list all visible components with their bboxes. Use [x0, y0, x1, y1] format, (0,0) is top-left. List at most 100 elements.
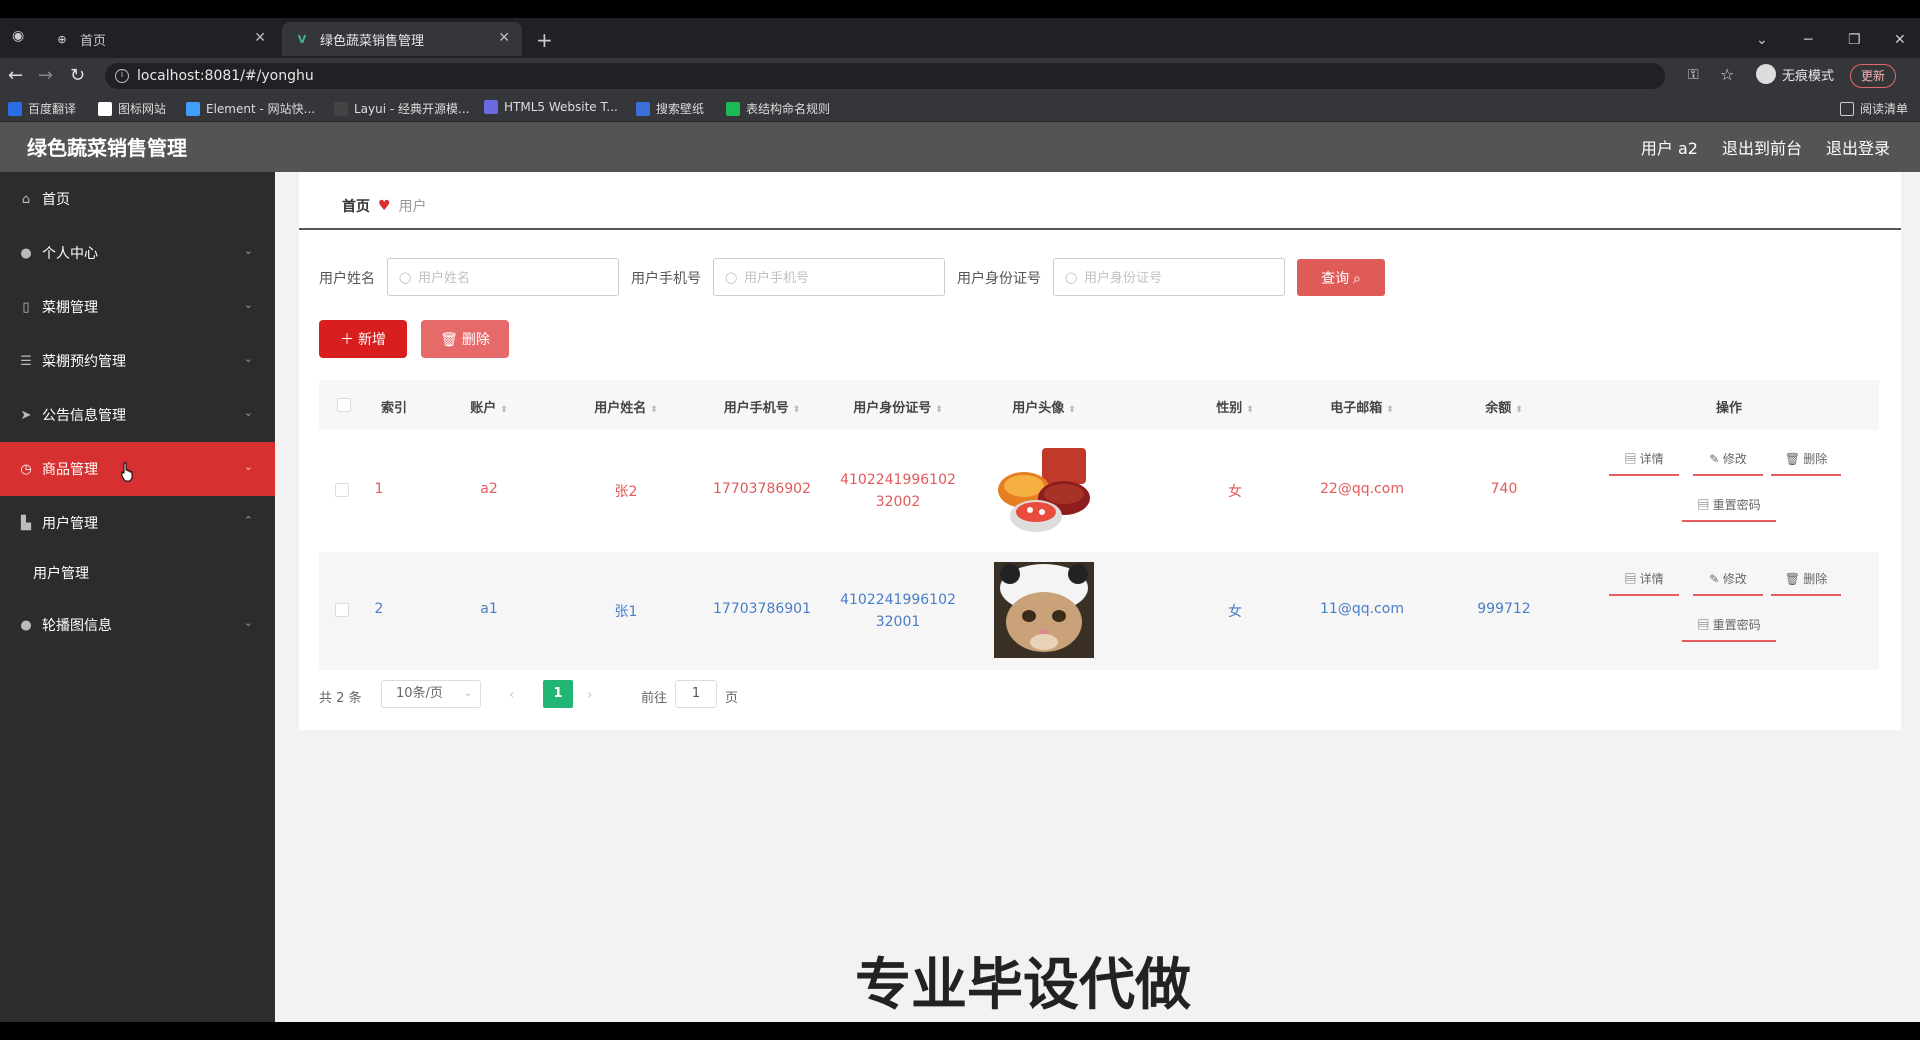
col-balance[interactable]: 余额 ⬍ [1485, 397, 1523, 416]
delete-row-button[interactable]: 🗑 删除 [1771, 562, 1841, 596]
bookmark-item[interactable]: 百度翻译 [8, 100, 76, 117]
sidebar-item-users[interactable]: ▙ 用户管理 ⌃ [0, 496, 275, 550]
forward-icon[interactable]: → [38, 65, 53, 86]
page-number-current[interactable]: 1 [543, 680, 573, 708]
sidebar-item-personal-center[interactable]: ● 个人中心 ⌄ [0, 226, 275, 280]
detail-button[interactable]: ▤ 详情 [1609, 442, 1679, 476]
chevron-down-icon[interactable]: ⌄ [1756, 32, 1768, 48]
sort-icon: ⬍ [792, 405, 801, 415]
restore-icon[interactable]: ❐ [1848, 32, 1861, 48]
key-icon[interactable]: ⚿ [1688, 67, 1699, 83]
send-icon: ➤ [20, 407, 32, 423]
sidebar-item-announcements[interactable]: ➤ 公告信息管理 ⌄ [0, 388, 275, 442]
row-checkbox[interactable] [335, 603, 349, 617]
col-email[interactable]: 电子邮箱 ⬍ [1330, 397, 1394, 416]
row-checkbox[interactable] [335, 483, 349, 497]
filter-label-name: 用户姓名 [319, 271, 375, 287]
current-user-link[interactable]: 用户 a2 [1641, 135, 1698, 159]
close-icon[interactable]: ✕ [254, 30, 266, 46]
goto-page-input[interactable]: 1 [675, 680, 717, 708]
search-input-name[interactable] [387, 258, 619, 296]
update-button[interactable]: 更新 [1850, 64, 1897, 88]
bookmark-item[interactable]: 图标网站 [98, 100, 166, 117]
browser-menu-icon[interactable]: ◉ [12, 28, 24, 44]
col-actions: 操作 [1715, 401, 1743, 416]
bookmark-item[interactable]: 搜索壁纸 [636, 100, 704, 117]
reading-list[interactable]: 阅读清单 [1840, 100, 1908, 117]
star-icon[interactable]: ☆ [1720, 65, 1734, 84]
tab-app[interactable]: V 绿色蔬菜销售管理 ✕ [282, 22, 522, 56]
logout-link[interactable]: 退出登录 [1826, 135, 1890, 159]
minimize-icon[interactable]: ─ [1804, 32, 1812, 48]
edit-button[interactable]: ✎ 修改 [1693, 562, 1763, 596]
close-window-icon[interactable]: ✕ [1894, 32, 1906, 48]
idcard-line: 32001 [875, 614, 921, 630]
cell-balance: 740 [1490, 481, 1518, 497]
breadcrumb-home[interactable]: 首页 [342, 196, 370, 216]
screen: ◉ ⊕ 首页 ✕ V 绿色蔬菜销售管理 ✕ + ⌄ ─ ❐ ✕ ← → ↻ i … [0, 0, 1920, 1040]
html5-icon [484, 100, 498, 114]
search-input-idcard[interactable] [1053, 258, 1285, 296]
bookmark-item[interactable]: 表结构命名规则 [726, 100, 830, 117]
layui-icon [334, 101, 348, 116]
sidebar-item-label: 首页 [42, 192, 70, 208]
bookmark-item[interactable]: Layui - 经典开源模... [334, 100, 469, 117]
profile-label: 无痕模式 [1782, 68, 1835, 84]
sort-icon: ⬍ [935, 405, 943, 415]
add-label: 新增 [357, 331, 386, 347]
sliders-icon: ☰ [20, 353, 32, 369]
add-button[interactable]: ＋ 新增 [319, 320, 407, 358]
exit-to-frontend-link[interactable]: 退出到前台 [1722, 135, 1802, 159]
edit-button[interactable]: ✎ 修改 [1693, 442, 1763, 476]
col-account[interactable]: 账户 ⬍ [470, 397, 508, 416]
col-idcard[interactable]: 用户身份证号 ⬍ [853, 397, 943, 416]
reading-list-icon [1840, 101, 1854, 116]
doc-icon: ▤ [1624, 571, 1637, 586]
sidebar-item-carousel[interactable]: ● 轮播图信息 ⌄ [0, 598, 275, 652]
col-avatar[interactable]: 用户头像 ⬍ [1012, 397, 1076, 416]
back-icon[interactable]: ← [8, 65, 23, 86]
cell-balance: 999712 [1477, 601, 1531, 617]
next-page-icon[interactable]: › [587, 687, 593, 703]
url-field[interactable]: i localhost:8081/#/yonghu [105, 63, 1665, 89]
reload-icon[interactable]: ↻ [70, 65, 85, 86]
chevron-down-icon: ⌄ [243, 298, 253, 311]
incognito-profile[interactable]: 无痕模式 [1756, 64, 1834, 84]
sidebar-item-greenhouse-booking[interactable]: ☰ 菜棚预约管理 ⌄ [0, 334, 275, 388]
tab-home[interactable]: ⊕ 首页 ✕ [42, 22, 278, 56]
bookmark-label: 图标网站 [118, 102, 167, 116]
bookmark-item[interactable]: Element - 网站快... [186, 100, 315, 117]
prev-page-icon[interactable]: ‹ [509, 687, 515, 703]
cell-idcard: 4102241996102 32002 [840, 469, 956, 513]
delete-button[interactable]: 🗑 删除 [421, 320, 509, 358]
bookmark-label: 百度翻译 [28, 102, 77, 116]
new-tab-icon[interactable]: + [536, 28, 553, 52]
submenu-user-management[interactable]: 用户管理 [0, 550, 275, 598]
search-input-phone[interactable] [713, 258, 945, 296]
query-button[interactable]: 查询 ⌕ [1297, 259, 1385, 296]
lock-icon: ▯ [22, 299, 30, 315]
reset-password-button[interactable]: ▤ 重置密码 [1682, 608, 1776, 642]
table-header: 索引 账户 ⬍ 用户姓名 ⬍ 用户手机号 ⬍ 用户身份证号 ⬍ 用户头像 ⬍ 性别 ⬍ 电子… [319, 380, 1879, 430]
page-size-select[interactable]: 10条/页 ⌄ [381, 680, 481, 708]
col-gender[interactable]: 性别 ⬍ [1216, 397, 1254, 416]
reset-password-button[interactable]: ▤ 重置密码 [1682, 488, 1776, 522]
hand-cursor-icon [121, 462, 133, 482]
sidebar-item-products[interactable]: ◷ 商品管理 ⌄ [0, 442, 275, 496]
heart-icon: ♥ [378, 198, 391, 214]
sidebar-item-label: 轮播图信息 [42, 618, 112, 634]
app-header: 绿色蔬菜销售管理 用户 a2 退出到前台 退出登录 [0, 122, 1920, 172]
avatar-cat [994, 562, 1094, 658]
detail-button[interactable]: ▤ 详情 [1609, 562, 1679, 596]
col-name[interactable]: 用户姓名 ⬍ [594, 397, 658, 416]
sidebar-item-greenhouse[interactable]: ▯ 菜棚管理 ⌄ [0, 280, 275, 334]
col-phone[interactable]: 用户手机号 ⬍ [724, 397, 801, 416]
sidebar-item-home[interactable]: ⌂ 首页 [0, 172, 275, 226]
col-label: 账户 [470, 401, 497, 416]
delete-row-button[interactable]: 🗑 删除 [1771, 442, 1841, 476]
url-text: localhost:8081/#/yonghu [137, 68, 314, 84]
select-all-checkbox[interactable] [337, 398, 351, 412]
cell-name: 张1 [614, 604, 638, 620]
close-icon[interactable]: ✕ [498, 30, 510, 46]
bookmark-item[interactable]: HTML5 Website T... [484, 100, 618, 114]
